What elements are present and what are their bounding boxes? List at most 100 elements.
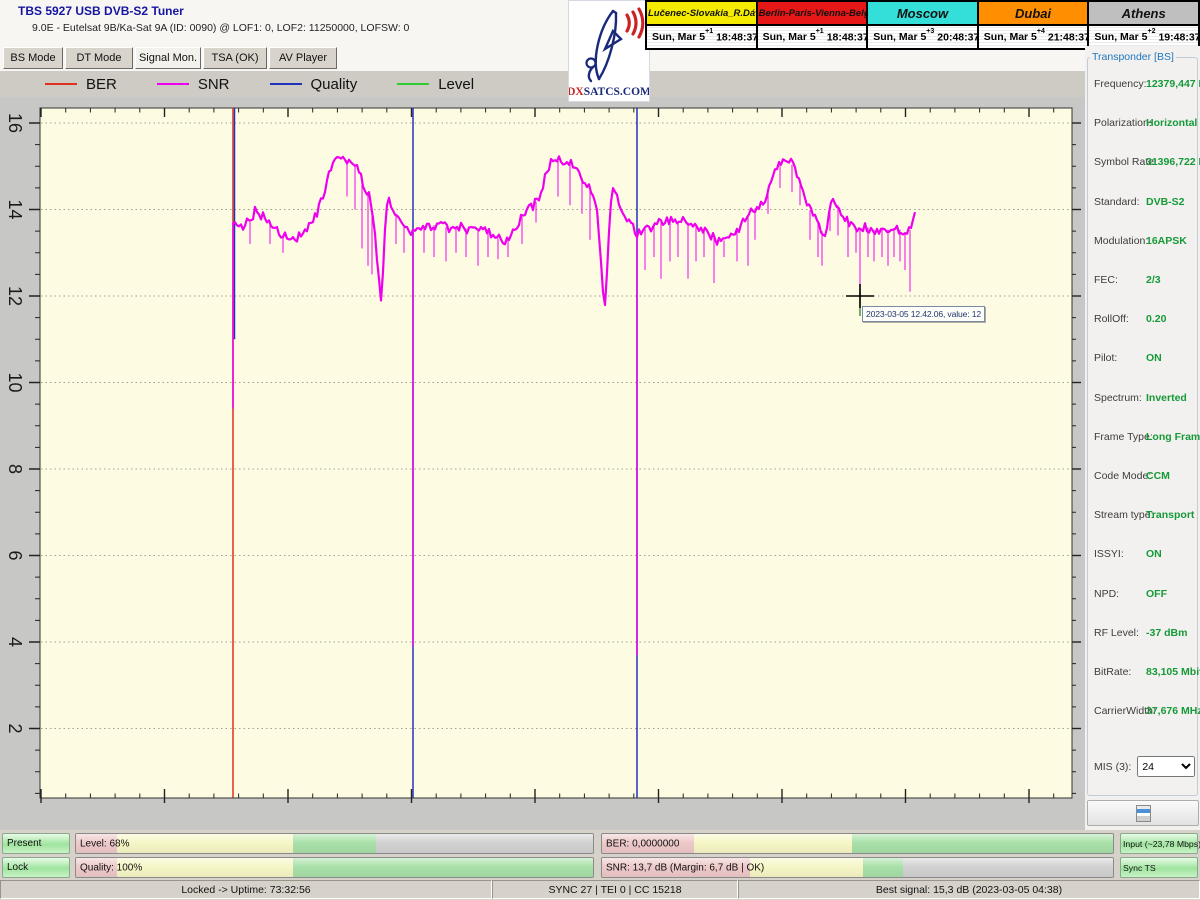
tp-label: BitRate: xyxy=(1094,666,1146,678)
clock-utc-offset: +2 xyxy=(1147,28,1155,35)
tp-label: RF Level: xyxy=(1094,627,1146,639)
gauge-gloss xyxy=(76,858,593,877)
mis-row: MIS (3): 24 xyxy=(1094,756,1195,777)
tp-value: Horizontal xyxy=(1146,117,1197,129)
tp-row-pilot: Pilot:ON xyxy=(1094,352,1162,364)
tp-row-symbol-rate: Symbol Rate:31396,722 KS/s xyxy=(1094,156,1200,168)
tp-value: 37,676 MHz xyxy=(1146,705,1200,717)
satellite-dish-icon: DXSATCS.COM xyxy=(569,1,649,101)
tuner-subtitle: 9.0E - Eutelsat 9B/Ka-Sat 9A (ID: 0090) … xyxy=(32,22,409,34)
legend-item-snr: SNR xyxy=(157,76,230,93)
legend-swatch-level xyxy=(397,83,429,85)
tp-value: 0.20 xyxy=(1146,313,1166,325)
tp-row-carrierwidth: CarrierWidth:37,676 MHz xyxy=(1094,705,1200,717)
tp-value: ON xyxy=(1146,548,1162,560)
clock-date: Sun, Mar 5 xyxy=(984,31,1037,43)
y-tick-label-2: 2 xyxy=(5,723,25,733)
badge-sync-ts: Sync TS xyxy=(1120,857,1198,878)
clock-city-moscow: Moscow xyxy=(867,1,978,25)
tp-label: ISSYI: xyxy=(1094,548,1146,560)
tp-value: 2/3 xyxy=(1146,274,1161,286)
mis-label: MIS (3): xyxy=(1094,761,1131,773)
tp-value: CCM xyxy=(1146,470,1170,482)
clock-time-value: 19:48:37 xyxy=(1158,31,1199,43)
tp-value: Inverted xyxy=(1146,392,1187,404)
tp-label: Symbol Rate: xyxy=(1094,156,1146,168)
tp-value: OFF xyxy=(1146,588,1167,600)
gauge-level: Level: 68% xyxy=(75,833,594,854)
tab-bs-mode[interactable]: BS Mode xyxy=(3,47,63,69)
signal-chart[interactable]: 161412108642 xyxy=(0,97,1085,830)
statusbar-lock-uptime: Locked -> Uptime: 73:32:56 xyxy=(0,880,492,899)
badge-lock: Lock xyxy=(2,857,70,878)
tab-bar: BS ModeDT ModeSignal Mon.TSA (OK)AV Play… xyxy=(3,47,337,69)
gauge-label-level: Level: 68% xyxy=(80,838,129,849)
tp-label: Stream type: xyxy=(1094,509,1146,521)
badge-input-23-78-mbps: Input (~23,78 Mbps) xyxy=(1120,833,1198,854)
clock-time-value: 21:48:37 xyxy=(1048,31,1089,43)
tp-row-modulation: Modulation:16APSK xyxy=(1094,235,1187,247)
legend-swatch-snr xyxy=(157,83,189,85)
clock-date: Sun, Mar 5 xyxy=(873,31,926,43)
tp-row-spectrum: Spectrum:Inverted xyxy=(1094,392,1187,404)
gauge-quality: Quality: 100% xyxy=(75,857,594,878)
legend-item-ber: BER xyxy=(45,76,117,93)
save-settings-button[interactable] xyxy=(1087,800,1199,826)
y-tick-label-8: 8 xyxy=(5,464,25,474)
tab-av-player[interactable]: AV Player xyxy=(269,47,337,69)
legend-item-quality: Quality xyxy=(270,76,358,93)
tab-dt-mode[interactable]: DT Mode xyxy=(65,47,133,69)
tp-row-rolloff: RollOff:0.20 xyxy=(1094,313,1166,325)
logo-text-rest: SATCS.COM xyxy=(584,86,649,98)
y-tick-label-12: 12 xyxy=(5,286,25,306)
dxsatcs-logo: DXSATCS.COM xyxy=(568,0,650,102)
y-tick-label-16: 16 xyxy=(5,113,25,133)
y-tick-label-14: 14 xyxy=(5,199,25,219)
tab-signal-mon[interactable]: Signal Mon. xyxy=(135,47,201,69)
tp-value: 31396,722 KS/s xyxy=(1146,156,1200,168)
legend-label: Quality xyxy=(311,76,358,93)
transponder-groupbox: Frequency:12379,447 MHz Polarization:Hori… xyxy=(1087,57,1198,796)
y-tick-label-10: 10 xyxy=(5,372,25,392)
tp-value: 16APSK xyxy=(1146,235,1187,247)
tp-label: Spectrum: xyxy=(1094,392,1146,404)
legend-label: BER xyxy=(86,76,117,93)
drive-stack-icon xyxy=(1136,805,1151,822)
gauge-ber: BER: 0,0000000 xyxy=(601,833,1114,854)
tp-label: FEC: xyxy=(1094,274,1146,286)
clock-utc-offset: +1 xyxy=(816,28,824,35)
gauge-label-snr: SNR: 13,7 dB (Margin: 6,7 dB | OK) xyxy=(606,862,764,873)
signal-chart-area[interactable]: 161412108642 xyxy=(0,97,1085,830)
clock-time-berlin-paris-vienna-belgrade: Sun, Mar 5+118:48:37 xyxy=(757,25,868,49)
statusbar-best-signal: Best signal: 15,3 dB (2023-03-05 04:38) xyxy=(738,880,1200,899)
tp-label: Modulation: xyxy=(1094,235,1146,247)
clock-time-value: 18:48:37 xyxy=(716,31,757,43)
clock-utc-offset: +3 xyxy=(926,28,934,35)
tp-value: 12379,447 MHz xyxy=(1146,78,1200,90)
tp-row-rf-level: RF Level:-37 dBm xyxy=(1094,627,1187,639)
tp-label: Pilot: xyxy=(1094,352,1146,364)
clock-city-athens: Athens xyxy=(1088,1,1199,25)
app-title: TBS 5927 USB DVB-S2 Tuner xyxy=(18,4,184,18)
gauge-gloss xyxy=(76,834,593,853)
clock-date: Sun, Mar 5 xyxy=(652,31,705,43)
mis-select[interactable]: 24 xyxy=(1137,756,1195,777)
tp-label: Polarization: xyxy=(1094,117,1146,129)
world-clocks: Lučenec-Slovakia_R.DávidBerlin-Paris-Vie… xyxy=(645,0,1200,50)
clock-utc-offset: +4 xyxy=(1037,28,1045,35)
gauge-label-quality: Quality: 100% xyxy=(80,862,142,873)
tp-label: Frequency: xyxy=(1094,78,1146,90)
legend-label: Level xyxy=(438,76,474,93)
tp-row-issyi: ISSYI:ON xyxy=(1094,548,1162,560)
tp-row-bitrate: BitRate:83,105 Mbit/s xyxy=(1094,666,1200,678)
tp-value: ON xyxy=(1146,352,1162,364)
y-tick-label-6: 6 xyxy=(5,550,25,560)
tab-tsa-ok[interactable]: TSA (OK) xyxy=(203,47,267,69)
tp-value: Long Frame xyxy=(1146,431,1200,443)
tp-row-code-mode: Code Mode:CCM xyxy=(1094,470,1170,482)
legend-item-level: Level xyxy=(397,76,474,93)
tp-label: Standard: xyxy=(1094,196,1146,208)
tp-label: NPD: xyxy=(1094,588,1146,600)
svg-text:DXSATCS.COM: DXSATCS.COM xyxy=(569,86,649,98)
clock-time-value: 20:48:37 xyxy=(937,31,978,43)
